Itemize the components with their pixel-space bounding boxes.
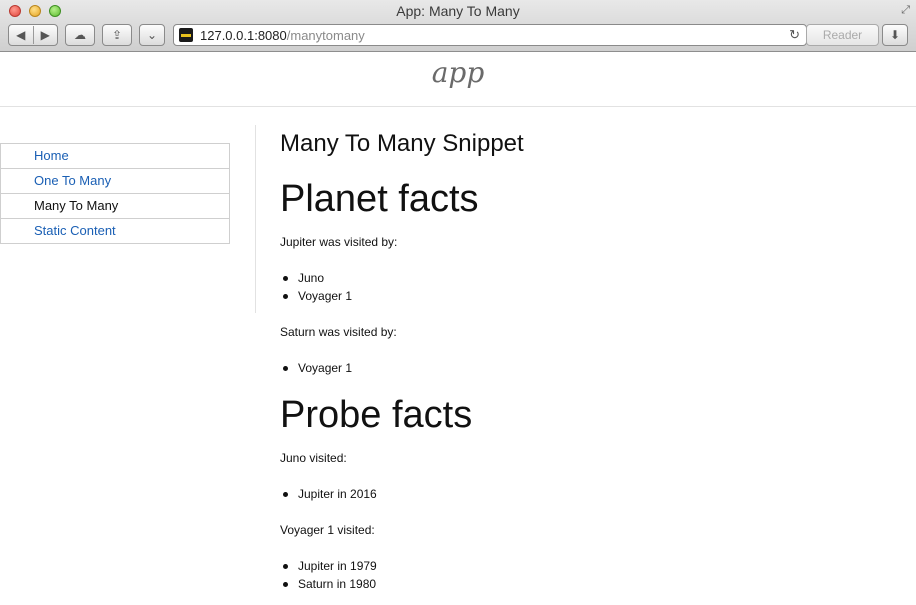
planet-intro-jupiter: Jupiter was visited by: bbox=[280, 235, 398, 249]
forward-arrow-icon[interactable]: ▶ bbox=[34, 28, 58, 42]
site-favicon-icon bbox=[179, 28, 193, 42]
planet-facts-heading: Planet facts bbox=[280, 178, 479, 220]
probe-intro-juno: Juno visited: bbox=[280, 451, 347, 465]
list-item: Saturn in 1980 bbox=[280, 575, 377, 593]
planet-intro-saturn: Saturn was visited by: bbox=[280, 325, 397, 339]
download-icon: ⬇ bbox=[889, 28, 901, 42]
probe-list-juno: Jupiter in 2016 bbox=[280, 485, 377, 503]
reader-button[interactable]: Reader bbox=[806, 24, 879, 46]
sidebar-item-static-content[interactable]: Static Content bbox=[1, 219, 229, 244]
list-item: Voyager 1 bbox=[280, 359, 352, 377]
back-forward-buttons: ◀ ▶ bbox=[8, 24, 58, 46]
probe-facts-heading: Probe facts bbox=[280, 394, 473, 436]
list-item: Voyager 1 bbox=[280, 287, 352, 305]
web-page: app Home One To Many Many To Many Static… bbox=[0, 52, 916, 605]
probe-intro-voyager-1: Voyager 1 visited: bbox=[280, 523, 375, 537]
probe-list-voyager-1: Jupiter in 1979 Saturn in 1980 bbox=[280, 557, 377, 593]
list-item: Jupiter in 2016 bbox=[280, 485, 377, 503]
planet-list-jupiter: Juno Voyager 1 bbox=[280, 269, 352, 305]
browser-window: App: Many To Many ⤢ ◀ ▶ ☁ ⇪ ⌄ 127.0.0.1:… bbox=[0, 0, 916, 605]
cloud-icon: ☁ bbox=[74, 28, 86, 42]
planet-list-saturn: Voyager 1 bbox=[280, 359, 352, 377]
title-bar: App: Many To Many ⤢ ◀ ▶ ☁ ⇪ ⌄ 127.0.0.1:… bbox=[0, 0, 916, 52]
sidebar-divider bbox=[255, 125, 256, 313]
url-path: /manytomany bbox=[286, 28, 365, 43]
sidebar-item-many-to-many: Many To Many bbox=[1, 194, 229, 219]
brand-logo[interactable]: app bbox=[0, 56, 916, 89]
snippet-title: Many To Many Snippet bbox=[280, 130, 524, 157]
back-arrow-icon[interactable]: ◀ bbox=[9, 28, 33, 42]
sidebar-item-home[interactable]: Home bbox=[1, 144, 229, 169]
header-divider bbox=[0, 106, 916, 107]
url-text: 127.0.0.1:8080/manytomany bbox=[200, 28, 365, 43]
list-item: Jupiter in 1979 bbox=[280, 557, 377, 575]
icloud-tabs-button[interactable]: ☁ bbox=[65, 24, 95, 46]
url-host: 127.0.0.1:8080 bbox=[200, 28, 287, 43]
fullscreen-icon[interactable]: ⤢ bbox=[901, 4, 910, 17]
list-item: Juno bbox=[280, 269, 352, 287]
reload-icon[interactable]: ↻ bbox=[789, 27, 800, 43]
downloads-button[interactable]: ⬇ bbox=[882, 24, 908, 46]
share-button[interactable]: ⇪ bbox=[102, 24, 132, 46]
pocket-icon: ⌄ bbox=[146, 28, 158, 42]
share-icon: ⇪ bbox=[111, 28, 123, 42]
pocket-button[interactable]: ⌄ bbox=[139, 24, 165, 46]
sidebar-nav: Home One To Many Many To Many Static Con… bbox=[0, 143, 230, 244]
window-title: App: Many To Many bbox=[396, 3, 520, 19]
sidebar-item-one-to-many[interactable]: One To Many bbox=[1, 169, 229, 194]
address-bar[interactable]: 127.0.0.1:8080/manytomany ↻ bbox=[173, 24, 807, 46]
